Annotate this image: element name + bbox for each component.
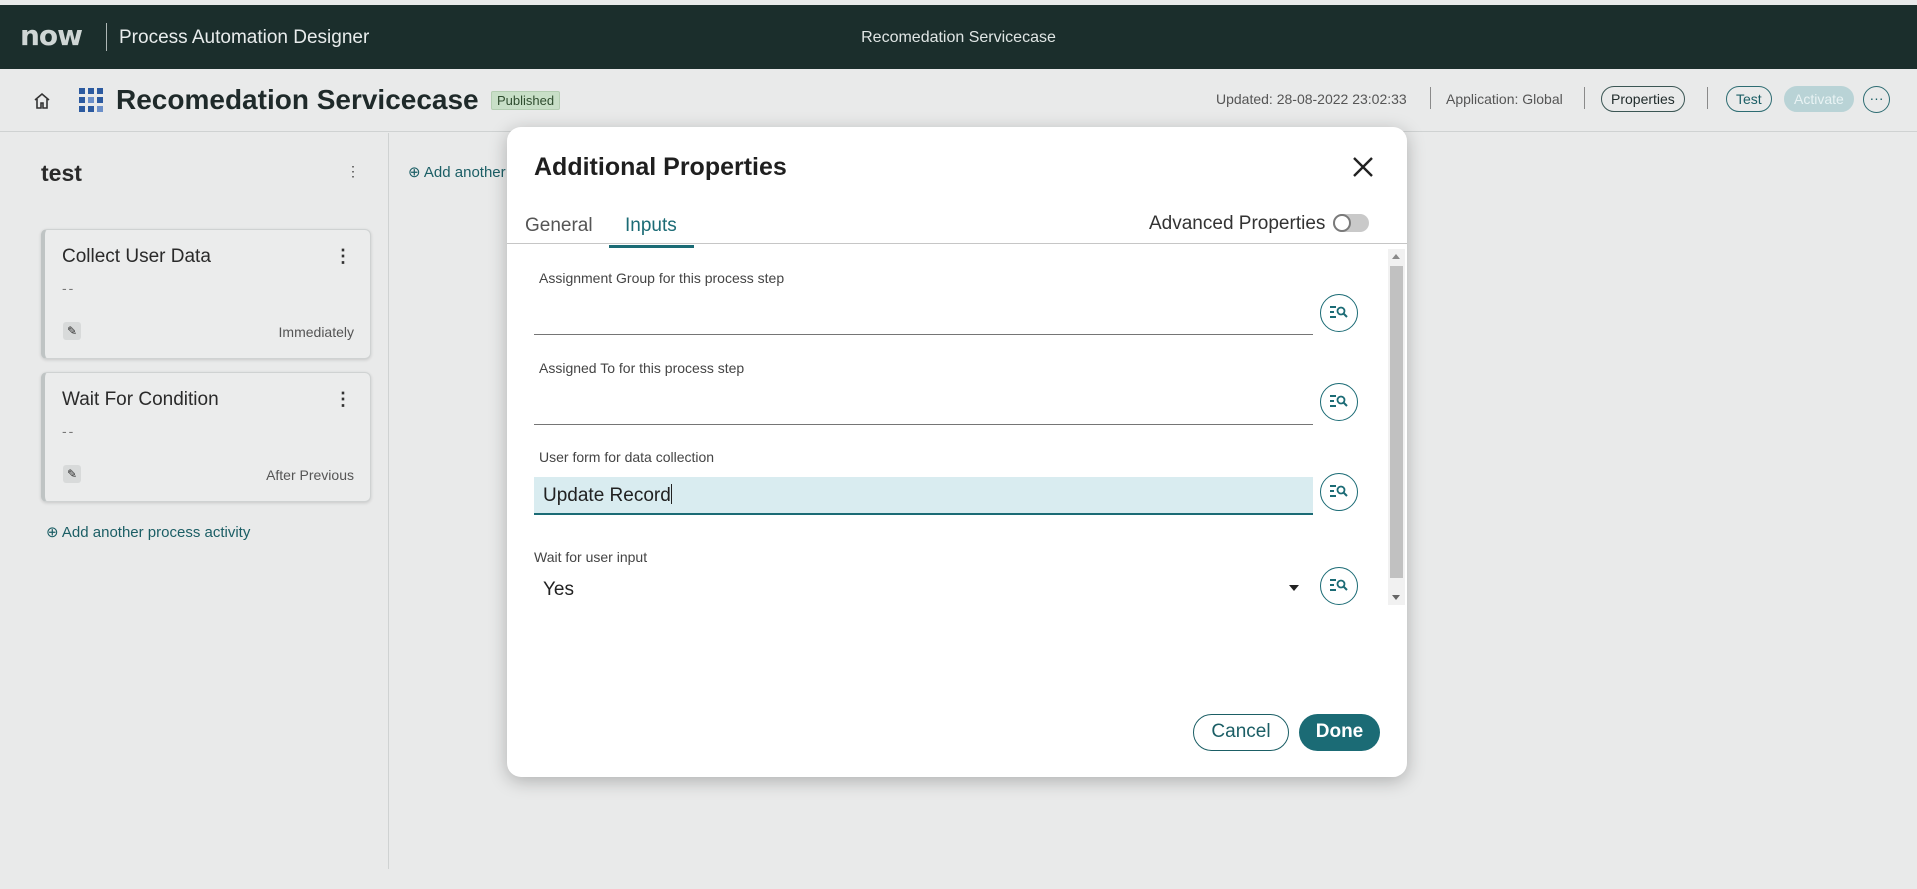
activity-timing: After Previous [266, 467, 354, 483]
top-app-bar: now Process Automation Designer Recomeda… [0, 5, 1917, 69]
scroll-up-arrow[interactable] [1392, 254, 1400, 259]
test-button[interactable]: Test [1726, 86, 1772, 112]
scroll-down-arrow[interactable] [1392, 595, 1400, 600]
wait-for-input-select[interactable]: Yes [543, 579, 574, 601]
updated-timestamp: Updated: 28-08-2022 23:02:33 [1216, 91, 1407, 107]
activity-title: Wait For Condition [62, 389, 219, 410]
data-pill-picker-button[interactable] [1320, 473, 1358, 511]
process-title: Recomedation Servicecase [116, 84, 479, 115]
assignment-group-input[interactable] [534, 334, 1313, 335]
add-process-activity-link[interactable]: ⊕ Add another process activity [46, 523, 250, 541]
activity-card[interactable]: Wait For Condition ⋮ -- ✎ After Previous [41, 372, 371, 502]
data-pill-picker-icon [1330, 306, 1348, 318]
additional-properties-dialog: Additional Properties General Inputs Adv… [507, 127, 1407, 777]
edit-icon[interactable]: ✎ [63, 465, 81, 483]
activity-description: -- [62, 280, 76, 296]
text-caret [670, 484, 672, 504]
advanced-properties-toggle[interactable] [1333, 214, 1369, 232]
field-label-assignment-group: Assignment Group for this process step [539, 270, 785, 286]
data-pill-picker-button[interactable] [1320, 567, 1358, 605]
more-vertical-icon[interactable]: ⋮ [334, 246, 352, 267]
tabs-divider [507, 243, 1407, 244]
header-divider [1430, 87, 1431, 109]
home-icon[interactable] [32, 91, 52, 111]
data-pill-picker-button[interactable] [1320, 294, 1358, 332]
field-label-wait-for-input: Wait for user input [534, 549, 648, 565]
scroll-thumb[interactable] [1390, 266, 1403, 578]
field-label-user-form: User form for data collection [539, 449, 715, 465]
activity-description: -- [62, 423, 76, 439]
chevron-down-icon[interactable] [1289, 585, 1299, 591]
tab-general[interactable]: General [525, 215, 593, 245]
flow-designer-icon [79, 88, 103, 112]
edit-icon[interactable]: ✎ [63, 322, 81, 340]
activity-title: Collect User Data [62, 246, 211, 267]
activity-card[interactable]: Collect User Data ⋮ -- ✎ Immediately [41, 229, 371, 359]
data-pill-picker-icon [1330, 395, 1348, 407]
status-badge: Published [491, 91, 561, 110]
data-pill-picker-icon [1330, 579, 1348, 591]
more-actions-button[interactable]: ··· [1863, 86, 1890, 113]
stage-title: test [41, 160, 82, 186]
advanced-properties-label: Advanced Properties [1149, 213, 1326, 234]
stage-panel: test ⋮ Collect User Data ⋮ -- ✎ Immediat… [0, 133, 506, 869]
application-scope: Application: Global [1446, 91, 1563, 107]
window-title: Recomedation Servicecase [861, 29, 1056, 46]
user-form-value: Update Record [543, 484, 672, 507]
activate-button[interactable]: Activate [1784, 86, 1854, 112]
header-divider [1584, 87, 1585, 109]
dialog-scrollbar[interactable] [1388, 249, 1405, 605]
user-form-input[interactable]: Update Record [534, 477, 1313, 515]
more-vertical-icon[interactable]: ⋮ [346, 163, 360, 180]
close-icon[interactable] [1349, 153, 1377, 181]
header-divider [1707, 87, 1708, 109]
assigned-to-input[interactable] [534, 424, 1313, 425]
properties-button[interactable]: Properties [1601, 86, 1685, 112]
more-vertical-icon[interactable]: ⋮ [334, 389, 352, 410]
done-button[interactable]: Done [1299, 714, 1380, 751]
user-form-value-text: Update Record [543, 485, 671, 506]
process-header: Recomedation Servicecase Published Updat… [0, 69, 1917, 132]
add-stage-link[interactable]: ⊕ Add another [408, 163, 506, 181]
dialog-title: Additional Properties [534, 153, 787, 181]
field-label-assigned-to: Assigned To for this process step [539, 360, 745, 376]
data-pill-picker-icon [1330, 485, 1348, 497]
activity-timing: Immediately [278, 324, 354, 340]
toggle-knob [1333, 214, 1351, 232]
cancel-button[interactable]: Cancel [1193, 714, 1289, 751]
data-pill-picker-button[interactable] [1320, 383, 1358, 421]
